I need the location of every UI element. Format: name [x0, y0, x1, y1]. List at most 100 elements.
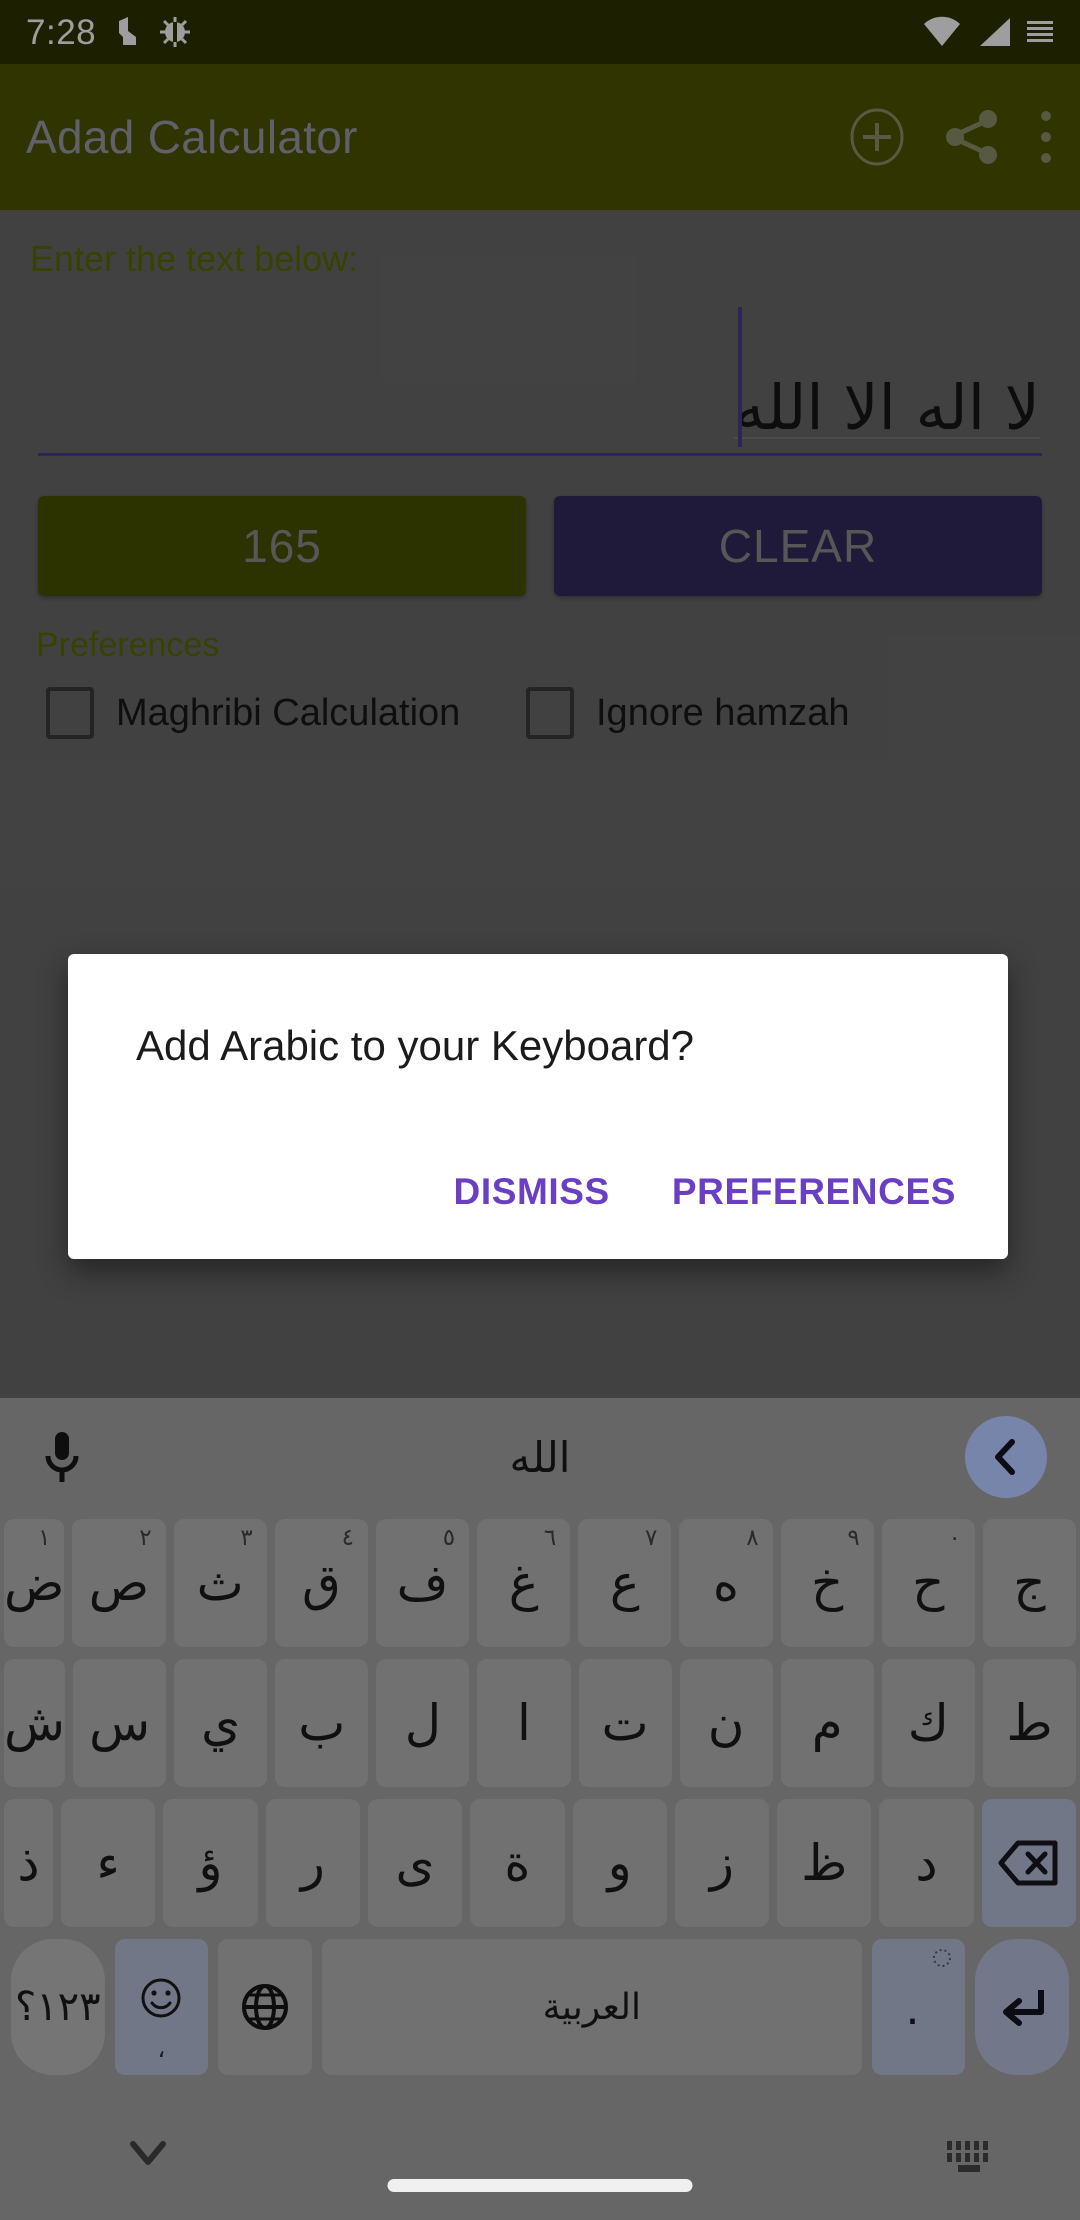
more-symbols-indicator-icon — [933, 1949, 952, 1967]
key-ث[interactable]: ث٣ — [173, 1519, 267, 1647]
key-label: ح — [912, 1554, 945, 1612]
key-ه[interactable]: ه٨ — [679, 1519, 773, 1647]
chevron-down-icon[interactable] — [128, 2138, 168, 2168]
key-ف[interactable]: ف٥ — [375, 1519, 470, 1647]
key-ذ[interactable]: ذ — [4, 1799, 54, 1927]
suggestion-nav-button[interactable] — [965, 1416, 1047, 1498]
key-خ[interactable]: خ٩ — [780, 1519, 874, 1647]
clock: 7:28 — [26, 12, 97, 52]
key-label: ث — [196, 1554, 244, 1612]
keyboard-prompt-dialog: Add Arabic to your Keyboard? DISMISS PRE… — [68, 954, 1008, 1259]
phone-screen: Enter the text below: لا اله الا الله 16… — [0, 0, 1080, 2220]
key-label: ء — [96, 1834, 120, 1892]
calculate-button[interactable]: 165 — [38, 496, 526, 596]
battery-icon — [1027, 21, 1053, 42]
key-د[interactable]: د — [879, 1799, 974, 1927]
key-emoji[interactable]: ، — [114, 1939, 209, 2075]
key-ض[interactable]: ض١ — [4, 1519, 65, 1647]
key-label: م — [811, 1694, 843, 1752]
overflow-menu-icon[interactable] — [1038, 107, 1054, 167]
key-backspace[interactable] — [981, 1799, 1076, 1927]
key-ق[interactable]: ق٤ — [274, 1519, 368, 1647]
key-س[interactable]: س — [73, 1659, 167, 1787]
key-م[interactable]: م — [780, 1659, 874, 1787]
key-ط[interactable]: ط — [982, 1659, 1076, 1787]
key-ع[interactable]: ع٧ — [578, 1519, 672, 1647]
button-row: 165 CLEAR — [0, 496, 1080, 596]
key-ل[interactable]: ل — [376, 1659, 470, 1787]
suggestion-word[interactable]: الله — [0, 1433, 1080, 1482]
add-circle-icon[interactable] — [848, 108, 906, 166]
key-ظ[interactable]: ظ — [777, 1799, 872, 1927]
key-ء[interactable]: ء — [61, 1799, 156, 1927]
key-ن[interactable]: ن — [679, 1659, 773, 1787]
dialog-actions: DISMISS PREFERENCES — [454, 1171, 957, 1213]
key-emoji-sub: ، — [157, 2035, 166, 2063]
key-ؤ[interactable]: ؤ — [163, 1799, 258, 1927]
preferences-list: Maghribi Calculation Ignore hamzah — [0, 665, 1080, 739]
key-label: ز — [709, 1834, 735, 1892]
signal-icon — [980, 18, 1010, 46]
key-ا[interactable]: ا — [477, 1659, 571, 1787]
key-label: ش — [4, 1694, 66, 1752]
checkbox-label: Ignore hamzah — [596, 691, 850, 734]
preferences-title: Preferences — [36, 626, 220, 664]
backspace-icon — [998, 1840, 1058, 1886]
key-ك[interactable]: ك — [881, 1659, 975, 1787]
key-label: ر — [300, 1834, 325, 1892]
key-ي[interactable]: ي — [174, 1659, 268, 1787]
key-ج[interactable]: ج — [982, 1519, 1077, 1647]
keyboard-icon[interactable] — [946, 2140, 996, 2174]
home-indicator[interactable] — [387, 2179, 693, 2192]
keyboard-row-4: ١٢٣؟ ، العربية . — [0, 1936, 1080, 2078]
key-و[interactable]: و — [572, 1799, 667, 1927]
key-ب[interactable]: ب — [275, 1659, 369, 1787]
app-content: Enter the text below: لا اله الا الله 16… — [0, 210, 1080, 739]
key-ة[interactable]: ة — [470, 1799, 565, 1927]
page-title: Adad Calculator — [26, 111, 358, 163]
chevron-left-icon — [995, 1439, 1015, 1475]
checkbox-label: Maghribi Calculation — [116, 691, 461, 734]
enter-icon — [1003, 1990, 1045, 2026]
key-globe[interactable] — [218, 1939, 312, 2075]
key-label: ق — [301, 1554, 341, 1612]
preferences-button[interactable]: PREFERENCES — [672, 1171, 956, 1213]
key-label: ة — [504, 1834, 531, 1892]
clear-button[interactable]: CLEAR — [554, 496, 1042, 596]
navigation-bar — [0, 2110, 1080, 2220]
microphone-icon[interactable] — [40, 1428, 84, 1486]
key-label: خ — [810, 1554, 844, 1612]
checkbox-icon[interactable] — [526, 687, 574, 739]
key-secondary-label: ٥ — [442, 1525, 456, 1551]
text-input[interactable]: لا اله الا الله — [38, 307, 1042, 456]
input-label: Enter the text below: — [30, 238, 359, 279]
key-label: ي — [201, 1694, 241, 1752]
key-ش[interactable]: ش — [4, 1659, 66, 1787]
key-symbols-label: ١٢٣؟ — [14, 1984, 101, 2030]
key-ز[interactable]: ز — [674, 1799, 770, 1927]
checkbox-maghribi-calculation[interactable]: Maghribi Calculation — [46, 687, 526, 739]
key-label: ض — [4, 1554, 65, 1612]
key-label: ط — [1006, 1694, 1053, 1752]
key-secondary-label: ٣ — [240, 1525, 253, 1551]
key-period[interactable]: . — [871, 1939, 966, 2075]
dismiss-button[interactable]: DISMISS — [454, 1171, 610, 1213]
key-symbols[interactable]: ١٢٣؟ — [11, 1939, 105, 2075]
key-enter[interactable] — [975, 1939, 1069, 2075]
key-ح[interactable]: ح٠ — [881, 1519, 975, 1647]
key-space[interactable]: العربية — [321, 1939, 862, 2075]
key-ص[interactable]: ص٢ — [72, 1519, 166, 1647]
key-ت[interactable]: ت — [578, 1659, 672, 1787]
emoji-icon — [141, 1978, 181, 2018]
key-ى[interactable]: ى — [367, 1799, 463, 1927]
input-value: لا اله الا الله — [733, 370, 1040, 444]
key-label: ه — [712, 1554, 740, 1612]
share-icon[interactable] — [944, 108, 1000, 166]
key-ر[interactable]: ر — [265, 1799, 360, 1927]
key-غ[interactable]: غ٦ — [477, 1519, 571, 1647]
key-label: ص — [88, 1554, 150, 1612]
keyboard-row-3: ذء ؤ ر ى ة و ز ظ د — [0, 1796, 1080, 1936]
checkbox-icon[interactable] — [46, 687, 94, 739]
app-bar-actions — [848, 107, 1054, 167]
checkbox-ignore-hamzah[interactable]: Ignore hamzah — [526, 687, 850, 739]
